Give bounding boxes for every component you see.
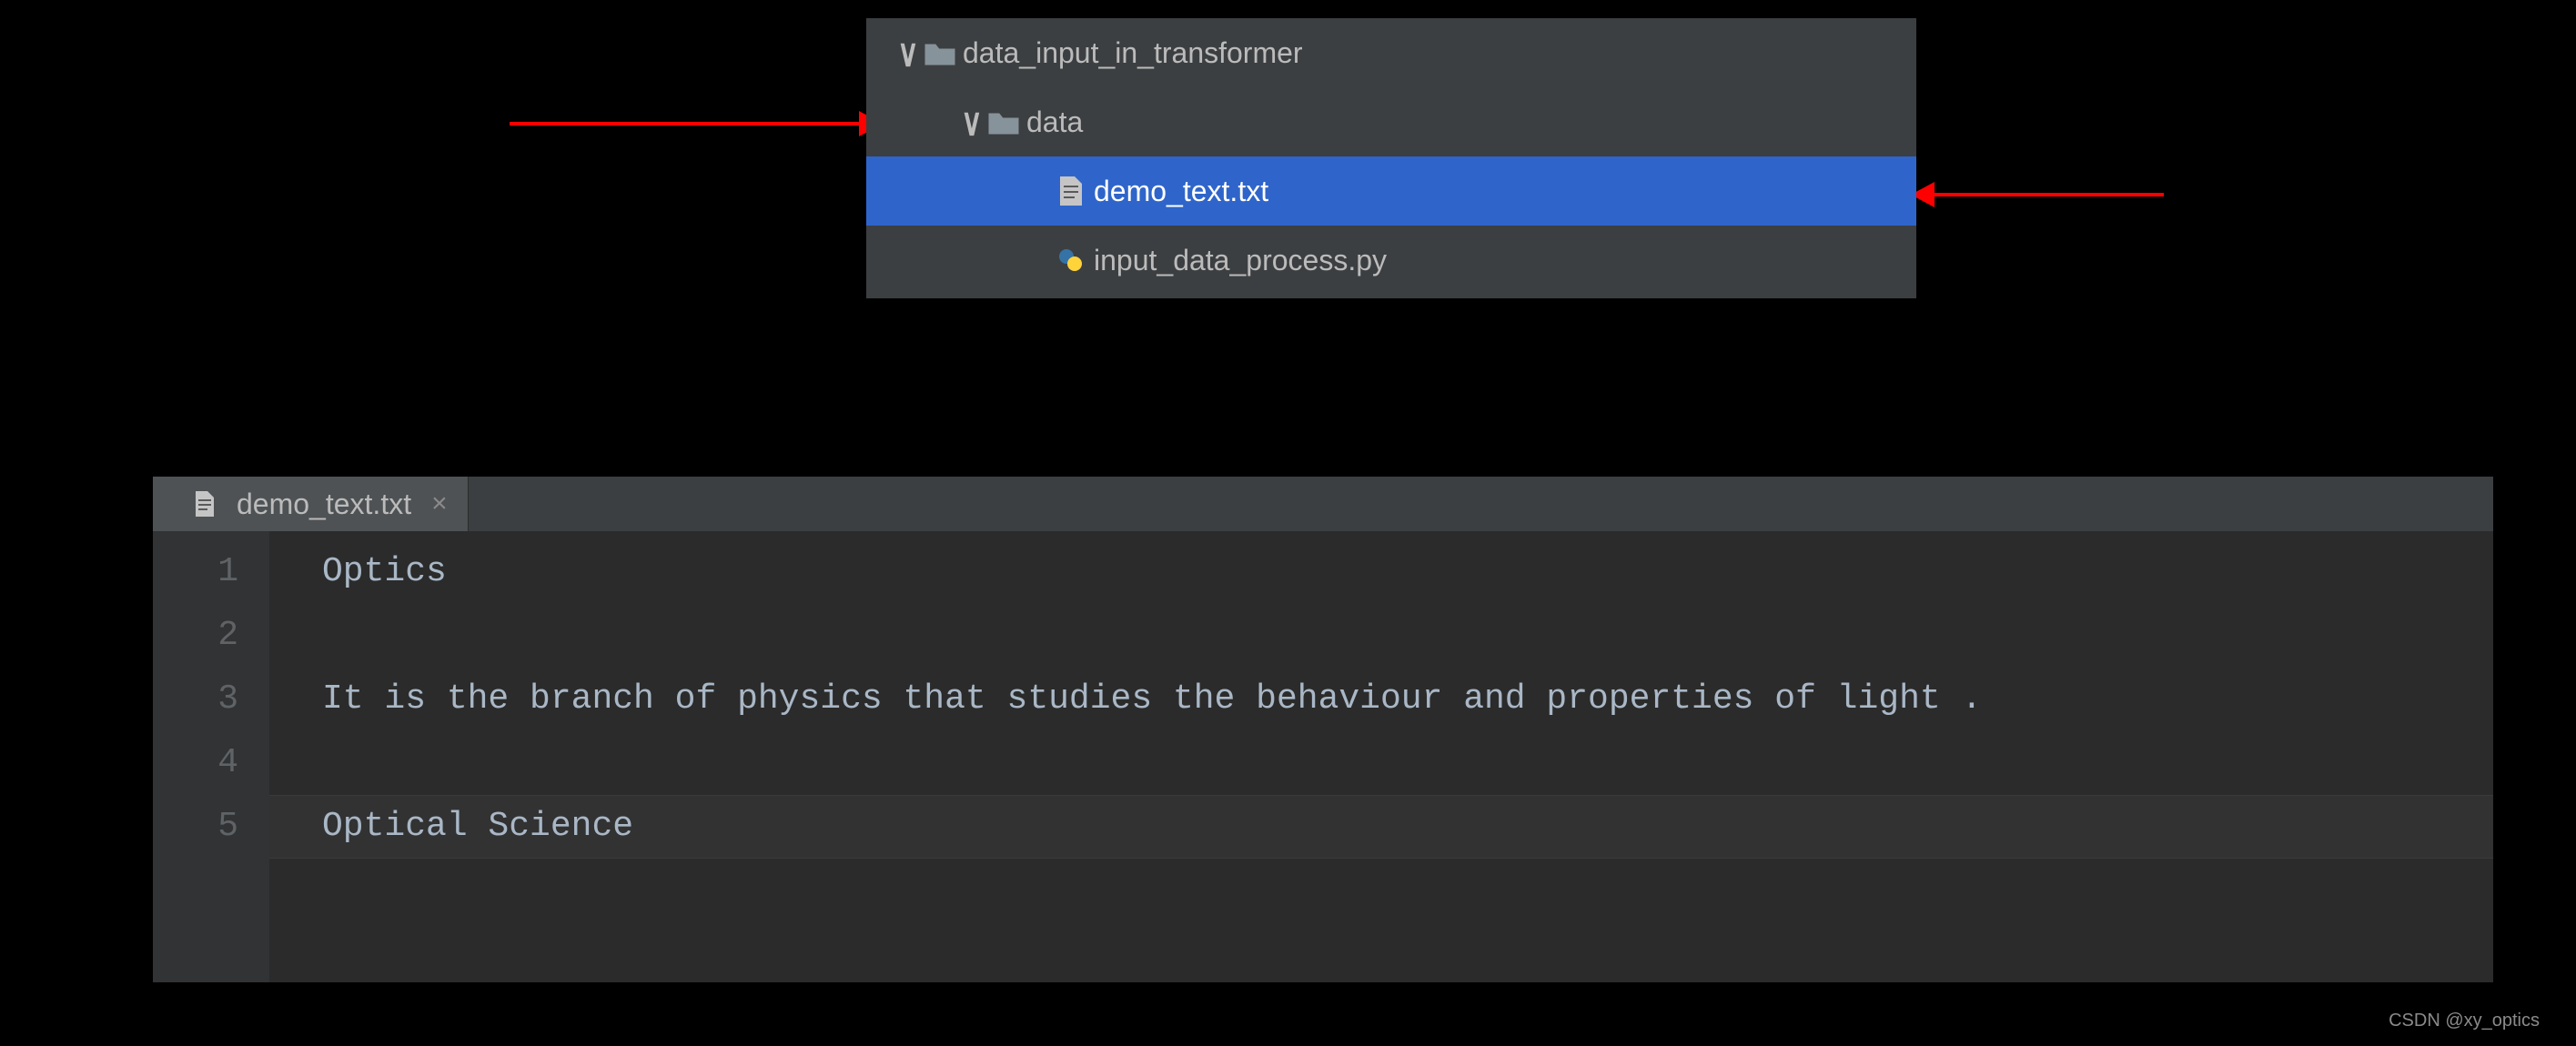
text-file-icon — [186, 490, 224, 518]
close-icon[interactable]: × — [424, 490, 448, 518]
code-area[interactable]: Optics It is the branch of physics that … — [269, 531, 2493, 982]
line-number: 4 — [153, 731, 238, 795]
line-number: 1 — [153, 540, 238, 604]
chevron-down-icon[interactable]: ∨ — [895, 34, 921, 72]
watermark: CSDN @xy_optics — [2389, 1011, 2540, 1031]
tree-label: data_input_in_transformer — [959, 38, 1303, 67]
line-number: 3 — [153, 668, 238, 731]
editor-panel: demo_text.txt × 1 2 3 4 5 Optics It is t… — [153, 477, 2493, 982]
arrow-annotation-left — [510, 122, 863, 126]
tree-label: demo_text.txt — [1090, 176, 1268, 206]
folder-icon — [985, 109, 1023, 135]
tree-file-demo-text[interactable]: demo_text.txt — [866, 156, 1916, 226]
code-line: Optics — [322, 540, 2493, 604]
line-number: 2 — [153, 604, 238, 668]
editor-tab-demo-text[interactable]: demo_text.txt × — [153, 477, 469, 531]
tree-folder-data[interactable]: ∨ data — [866, 87, 1916, 156]
code-line — [322, 731, 2493, 795]
code-line: It is the branch of physics that studies… — [322, 668, 2493, 731]
editor-tab-label: demo_text.txt — [237, 488, 411, 521]
editor-body[interactable]: 1 2 3 4 5 Optics It is the branch of phy… — [153, 531, 2493, 982]
chevron-down-icon[interactable]: ∨ — [959, 103, 985, 141]
arrow-annotation-right — [1931, 193, 2164, 196]
python-file-icon — [1052, 246, 1090, 274]
editor-tab-bar: demo_text.txt × — [153, 477, 2493, 531]
line-number: 5 — [153, 795, 238, 859]
tree-label: input_data_process.py — [1090, 246, 1387, 275]
project-tree-panel: ∨ data_input_in_transformer ∨ data demo_… — [866, 18, 1916, 298]
code-line — [322, 604, 2493, 668]
code-line: Optical Science — [322, 795, 2493, 859]
folder-icon — [921, 40, 959, 65]
tree-folder-root[interactable]: ∨ data_input_in_transformer — [866, 18, 1916, 87]
tree-file-input-data-process[interactable]: input_data_process.py — [866, 226, 1916, 295]
line-number-gutter: 1 2 3 4 5 — [153, 531, 269, 982]
tree-label: data — [1023, 107, 1083, 136]
text-file-icon — [1052, 176, 1090, 206]
